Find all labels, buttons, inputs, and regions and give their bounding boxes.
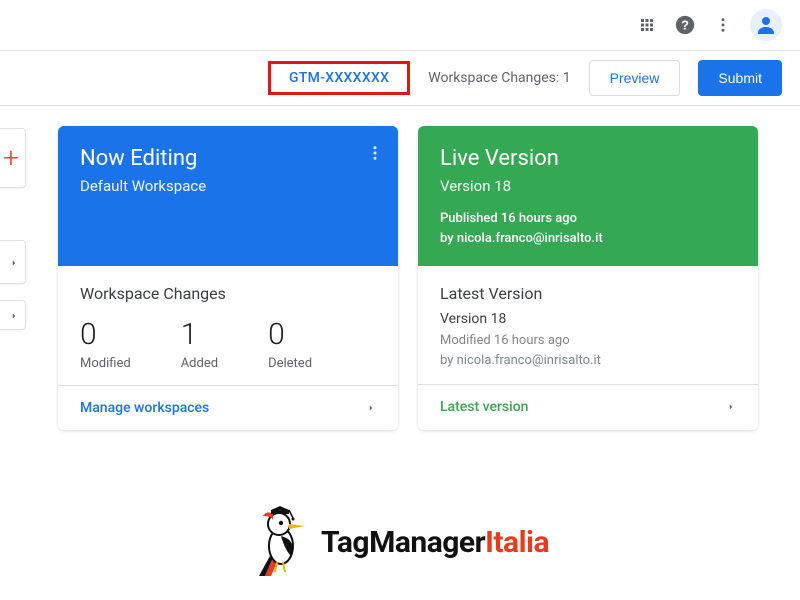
workspace-changes-body: Workspace Changes 0 Modified 1 Added 0 D… — [58, 266, 398, 385]
account-avatar[interactable] — [750, 9, 782, 41]
live-version-card: Live Version Version 18 Published 16 hou… — [418, 126, 758, 430]
stat-added: 1 Added — [181, 317, 218, 371]
left-rail-add[interactable]: + — [0, 128, 26, 188]
apps-icon[interactable] — [638, 16, 656, 34]
stat-deleted-label: Deleted — [268, 356, 312, 371]
latest-version-meta2: by nicola.franco@inrisalto.it — [440, 351, 736, 371]
latest-version-link-label: Latest version — [440, 399, 528, 415]
live-version-subtitle: Version 18 — [440, 177, 736, 195]
stat-modified-label: Modified — [80, 356, 131, 371]
branding-text-part1: TagManager — [321, 525, 485, 560]
now-editing-header: Now Editing Default Workspace — [58, 126, 398, 266]
now-editing-title: Now Editing — [80, 146, 376, 171]
live-version-header: Live Version Version 18 Published 16 hou… — [418, 126, 758, 266]
left-rail-item-1[interactable] — [0, 240, 26, 284]
sub-header: GTM-XXXXXXX Workspace Changes: 1 Preview… — [0, 50, 800, 106]
stat-modified: 0 Modified — [80, 317, 131, 371]
latest-version-link[interactable]: Latest version — [418, 384, 758, 429]
svg-text:?: ? — [681, 18, 689, 33]
submit-button[interactable]: Submit — [698, 60, 782, 96]
published-line: Published 16 hours ago — [440, 209, 603, 229]
branding-logo: TagManagerItalia — [251, 506, 549, 578]
container-id[interactable]: GTM-XXXXXXX — [268, 61, 410, 95]
stat-deleted-value: 0 — [268, 317, 312, 352]
chevron-right-icon — [726, 402, 736, 412]
stat-deleted: 0 Deleted — [268, 317, 312, 371]
preview-button[interactable]: Preview — [589, 60, 681, 96]
plus-icon: + — [3, 144, 19, 172]
manage-workspaces-label: Manage workspaces — [80, 400, 209, 416]
chevron-right-icon — [9, 306, 19, 325]
overview-cards: Now Editing Default Workspace Workspace … — [58, 126, 758, 430]
published-by-line: by nicola.franco@inrisalto.it — [440, 229, 603, 249]
top-app-bar: ? — [0, 0, 800, 50]
stat-added-value: 1 — [181, 317, 218, 352]
live-version-title: Live Version — [440, 146, 736, 171]
now-editing-subtitle: Default Workspace — [80, 177, 376, 195]
now-editing-card: Now Editing Default Workspace Workspace … — [58, 126, 398, 430]
stat-added-label: Added — [181, 356, 218, 371]
workspace-changes-title: Workspace Changes — [80, 284, 376, 303]
latest-version-sub: Version 18 — [440, 311, 736, 327]
workspace-changes-count: Workspace Changes: 1 — [428, 70, 570, 86]
woodpecker-icon — [251, 506, 311, 578]
chevron-right-icon — [366, 403, 376, 413]
help-icon[interactable]: ? — [674, 14, 696, 36]
branding-text-part2: Italia — [485, 525, 549, 560]
latest-version-meta1: Modified 16 hours ago — [440, 331, 736, 351]
branding-text: TagManagerItalia — [321, 525, 549, 560]
left-rail-item-2[interactable] — [0, 300, 26, 330]
latest-version-title: Latest Version — [440, 284, 736, 303]
stat-modified-value: 0 — [80, 317, 131, 352]
chevron-right-icon — [9, 253, 19, 272]
card-menu-icon[interactable] — [366, 144, 384, 166]
latest-version-body: Latest Version Version 18 Modified 16 ho… — [418, 266, 758, 384]
more-vert-icon[interactable] — [714, 16, 732, 34]
manage-workspaces-link[interactable]: Manage workspaces — [58, 385, 398, 430]
